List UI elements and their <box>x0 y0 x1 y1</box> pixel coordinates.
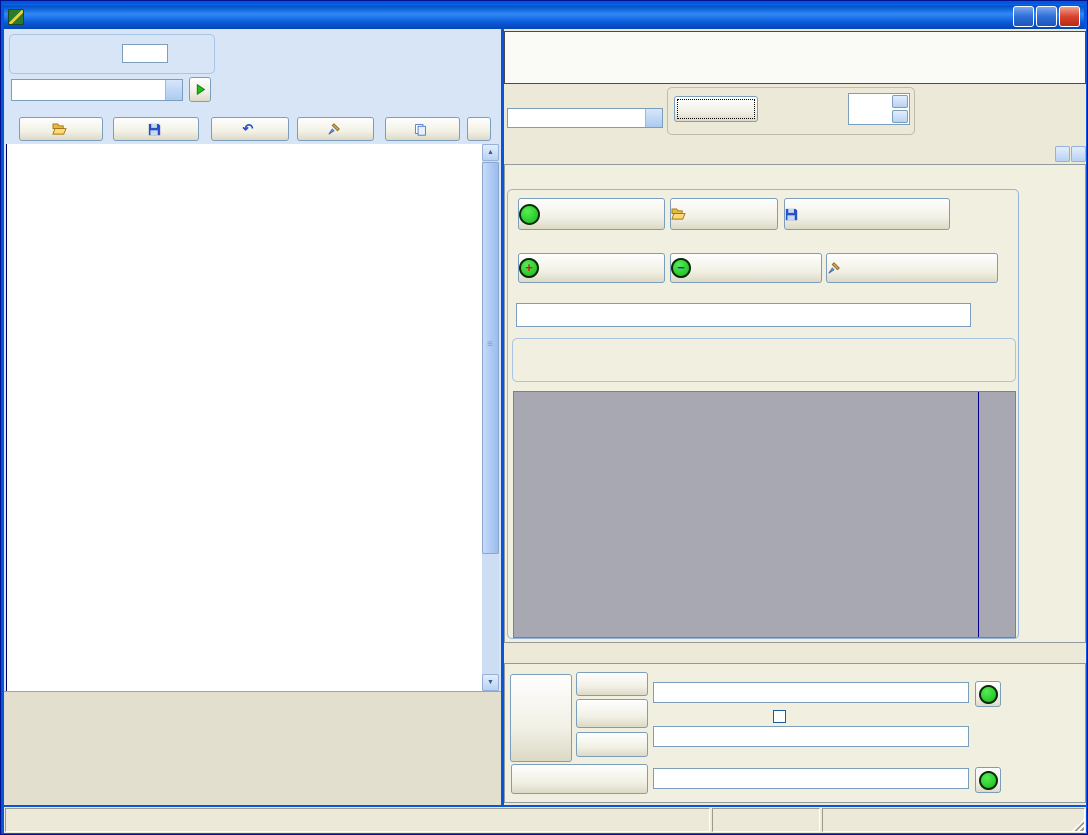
status-bar <box>4 807 1086 833</box>
md5-clear-paste-button[interactable] <box>576 699 648 728</box>
status-source <box>822 808 1085 832</box>
md5-clear-insert-calc-button[interactable] <box>510 674 572 762</box>
app-window: ↶ ▲ ▼ <box>0 0 1088 835</box>
output-string-input[interactable] <box>653 726 969 747</box>
bets-list[interactable] <box>513 391 1016 638</box>
md5-run-aux-button[interactable] <box>975 767 1001 793</box>
clear-button[interactable] <box>297 117 374 141</box>
collapse-button[interactable] <box>467 117 491 141</box>
bets-list-side <box>979 392 1015 637</box>
md5-clear-button[interactable] <box>576 672 648 696</box>
load-set-file-button[interactable] <box>670 198 778 230</box>
scrollbar-thumb[interactable] <box>482 162 499 554</box>
title-bar[interactable] <box>4 4 1084 29</box>
delay-spinner[interactable] <box>848 93 910 125</box>
source-string-input[interactable] <box>653 682 969 703</box>
close-button[interactable] <box>1059 6 1080 27</box>
table-scrollbar[interactable]: ▲ ▼ <box>482 144 499 691</box>
remove-bet-button[interactable]: − <box>670 253 822 283</box>
tab-scroll-left-icon[interactable] <box>1055 146 1070 162</box>
pn-icon <box>519 204 540 225</box>
autospin-groupbox <box>667 87 915 135</box>
brush-icon <box>827 261 841 275</box>
scroll-down-icon[interactable]: ▼ <box>482 674 499 691</box>
scroll-up-icon[interactable]: ▲ <box>482 144 499 161</box>
save-set-file-button[interactable] <box>784 198 950 230</box>
md5-clear-paste-aux-button[interactable] <box>511 764 648 794</box>
floppy-icon <box>785 208 798 221</box>
quick-fill-groupbox <box>512 338 1016 382</box>
spinner-up-icon[interactable] <box>892 95 908 108</box>
open-folder-icon <box>671 208 686 221</box>
user-sets-content-box: + − <box>507 189 1019 639</box>
chevron-down-icon[interactable] <box>165 80 182 100</box>
start-groupbox <box>9 34 215 74</box>
status-history <box>5 808 710 832</box>
md5-calc-button[interactable] <box>576 732 648 757</box>
floppy-icon <box>148 123 161 136</box>
series-info-panel <box>504 31 1086 84</box>
chevron-down-icon[interactable] <box>645 109 662 127</box>
copy-icon <box>414 123 427 136</box>
autobets-combobox[interactable] <box>507 108 663 128</box>
md5-icon <box>979 771 998 790</box>
autobet-user-set-button[interactable] <box>518 198 665 230</box>
status-auto-offset <box>712 808 820 832</box>
results-table[interactable] <box>6 144 482 691</box>
buffer-button[interactable] <box>385 117 460 141</box>
delay-value <box>849 94 891 124</box>
spinner-down-icon[interactable] <box>892 110 908 123</box>
add-bet-button[interactable]: + <box>518 253 665 283</box>
play-icon <box>194 83 207 96</box>
md5-run-button[interactable] <box>975 681 1001 707</box>
aux-string-input[interactable] <box>653 768 969 789</box>
run-preset-button[interactable] <box>189 77 211 102</box>
minus-icon: − <box>671 258 691 278</box>
register-checkbox[interactable] <box>773 710 786 723</box>
roulette-board[interactable] <box>4 691 501 805</box>
md5-tab-panel <box>504 663 1086 803</box>
minimize-button[interactable] <box>1013 6 1034 27</box>
remove-all-bets-button[interactable] <box>826 253 998 283</box>
undo-button[interactable]: ↶ <box>211 117 289 141</box>
bets-list-column <box>514 392 979 637</box>
md5-icon <box>979 685 998 704</box>
undo-icon: ↶ <box>243 122 254 137</box>
app-icon <box>8 9 24 25</box>
plus-icon: + <box>519 258 539 278</box>
maximize-button[interactable] <box>1036 6 1057 27</box>
start-amount-input[interactable] <box>122 44 168 63</box>
bet-string-input[interactable] <box>516 303 971 327</box>
tab-scroller <box>1055 146 1086 162</box>
autospin-start-button[interactable] <box>674 96 758 122</box>
save-button[interactable] <box>113 117 199 141</box>
load-button[interactable] <box>19 117 103 141</box>
brush-icon <box>327 122 341 136</box>
tab-scroll-right-icon[interactable] <box>1071 146 1086 162</box>
preset-combobox[interactable] <box>11 79 183 101</box>
open-folder-icon <box>52 123 67 136</box>
